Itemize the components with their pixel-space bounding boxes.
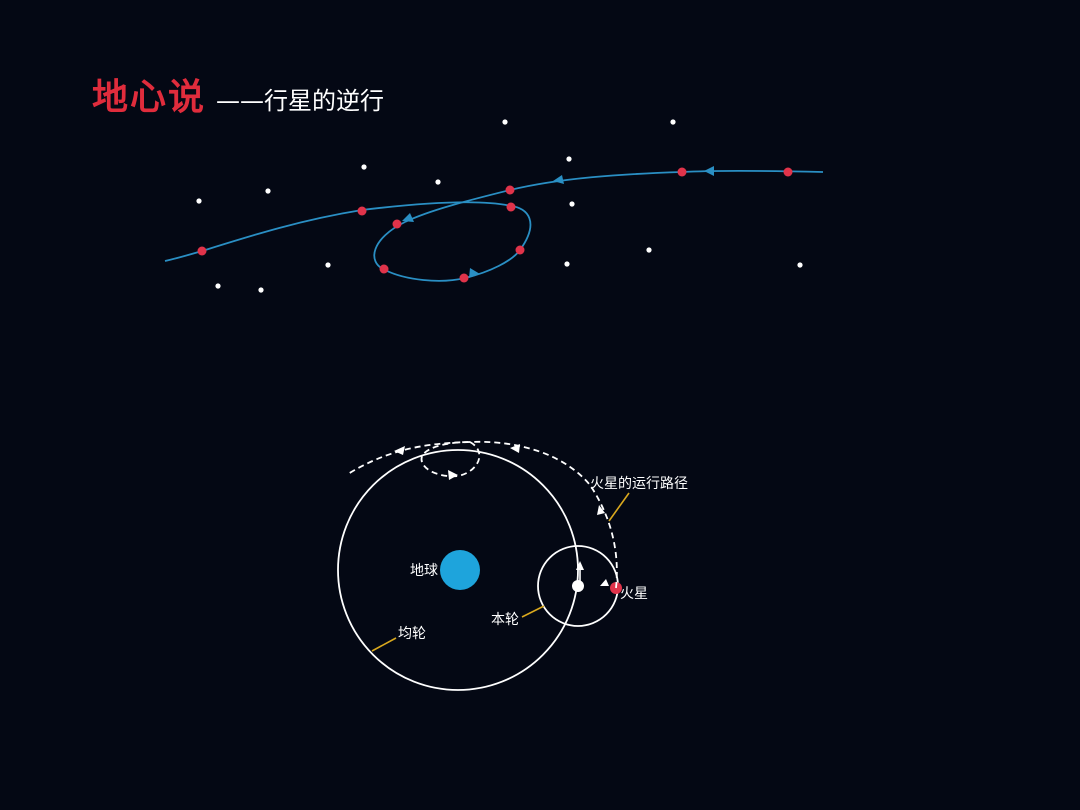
star: [569, 201, 575, 207]
mars-apparent-path: [164, 169, 824, 282]
mars-position: [197, 246, 207, 256]
mars-position: [506, 202, 516, 212]
path-direction-arrows: [402, 166, 714, 278]
epicycle-center: [572, 580, 584, 592]
arrow-left-icon: [402, 213, 414, 222]
arrow-up-icon: [597, 505, 605, 515]
star-field: [196, 119, 803, 293]
star: [196, 198, 202, 204]
mars-position: [357, 206, 367, 216]
mars-label: 火星: [620, 586, 648, 602]
arrow-right-icon: [469, 268, 480, 278]
arrow-up-icon: [600, 579, 609, 586]
dashed-path: [347, 440, 618, 589]
star: [797, 262, 803, 268]
star: [258, 287, 264, 293]
retrograde-diagram: 地球 火星 本轮 均轮 火星的运行路径: [164, 119, 824, 691]
mars-position: [379, 264, 389, 274]
deferent-label: 均轮: [398, 626, 426, 642]
earth: [440, 550, 480, 590]
arrow-left-icon: [394, 446, 405, 455]
star: [325, 262, 331, 268]
star: [215, 283, 221, 289]
mars-position: [515, 245, 525, 255]
mars-path-label: 火星的运行路径: [590, 476, 688, 492]
mars-orbit-path: [347, 440, 618, 589]
star: [670, 119, 676, 125]
mars-position: [392, 219, 402, 229]
star: [265, 188, 271, 194]
star: [361, 164, 367, 170]
dashed-loop: [420, 441, 481, 478]
path-segment: [164, 209, 363, 262]
star: [564, 261, 570, 267]
star: [566, 156, 572, 162]
mars-position: [677, 167, 687, 177]
earth-label: 地球: [410, 563, 438, 579]
mars-position: [505, 185, 515, 195]
star: [502, 119, 508, 125]
arrow-left-icon: [704, 166, 714, 176]
path-segment: [404, 169, 824, 223]
leader-line: [521, 605, 545, 618]
epicycle-label: 本轮: [491, 612, 519, 628]
star: [646, 247, 652, 253]
leader-line: [371, 637, 397, 652]
arrow-right-icon: [448, 470, 458, 480]
mars-position: [459, 273, 469, 283]
leader-line: [608, 492, 630, 522]
mars-position: [783, 167, 793, 177]
mars-positions: [197, 167, 793, 283]
star: [435, 179, 441, 185]
